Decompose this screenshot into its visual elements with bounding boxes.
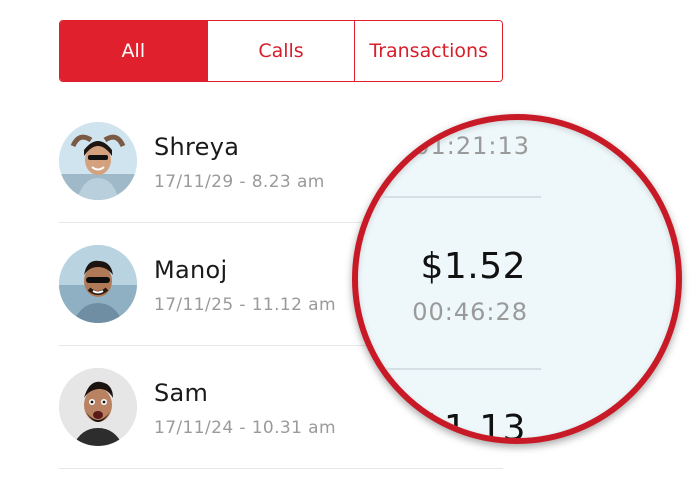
divider xyxy=(358,196,541,198)
call-duration: 01:21:13 xyxy=(414,132,530,160)
call-duration: 00:46:28 xyxy=(412,298,528,326)
avatar xyxy=(59,122,137,200)
contact-name: Shreya xyxy=(154,133,240,161)
avatar xyxy=(59,245,137,323)
tab-transactions[interactable]: Transactions xyxy=(354,21,502,81)
avatar xyxy=(59,368,137,446)
contact-date: 17/11/24 - 10.31 am xyxy=(154,418,336,438)
contact-date: 17/11/25 - 11.12 am xyxy=(154,295,336,315)
magnifier-lens: 01:21:13 $1.52 00:46:28 $1.13 00: xyxy=(352,114,682,444)
contact-name: Sam xyxy=(154,379,209,407)
filter-tabs: All Calls Transactions xyxy=(59,20,503,82)
contact-date: 17/11/29 - 8.23 am xyxy=(154,172,325,192)
transaction-amount: $1.52 xyxy=(420,246,526,287)
contact-name: Manoj xyxy=(154,256,228,284)
divider xyxy=(358,368,541,370)
tab-all[interactable]: All xyxy=(60,21,207,81)
avatar-shreya-image xyxy=(59,122,137,200)
avatar-manoj-image xyxy=(59,245,137,323)
avatar-sam-image xyxy=(59,368,137,446)
tab-calls[interactable]: Calls xyxy=(206,21,355,81)
